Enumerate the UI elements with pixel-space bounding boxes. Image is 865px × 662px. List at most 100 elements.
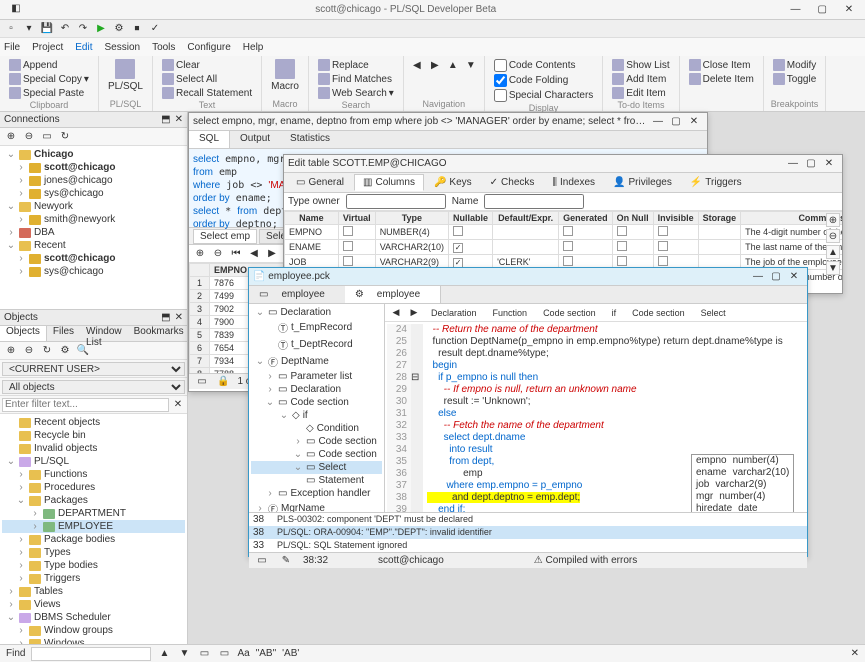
chars-checkbox[interactable] <box>494 89 507 102</box>
nav-back-icon[interactable]: ◀ <box>410 58 424 72</box>
obj-search-icon[interactable]: 🔍 <box>76 344 90 358</box>
edit-item-button[interactable]: Edit Item <box>609 86 672 100</box>
sql-close-button[interactable]: ✕ <box>685 116 703 127</box>
user-select[interactable]: <CURRENT USER> <box>2 362 185 376</box>
nav-fwd-icon[interactable]: ▶ <box>428 58 442 72</box>
obj-tab-objects[interactable]: Objects <box>0 326 47 341</box>
tw-min-button[interactable]: — <box>784 158 802 169</box>
minimize-button[interactable]: — <box>783 4 807 15</box>
menu-configure[interactable]: Configure <box>187 42 230 53</box>
sql-tab-stats[interactable]: Statistics <box>280 131 340 148</box>
crumb[interactable]: Select <box>695 307 732 319</box>
open-icon[interactable]: ▾ <box>22 22 36 36</box>
tw-close-button[interactable]: ✕ <box>820 158 838 169</box>
grid-first-icon[interactable]: ⏮ <box>229 247 243 261</box>
tw-max-button[interactable]: ▢ <box>802 158 820 169</box>
pck-fwd-icon[interactable]: ▶ <box>407 306 421 320</box>
tw-tab-priv[interactable]: 👤 Privileges <box>605 175 680 190</box>
save-icon[interactable]: 💾 <box>40 22 54 36</box>
find-matches-button[interactable]: Find Matches <box>315 72 397 86</box>
conn-remove-icon[interactable]: ⊖ <box>22 130 36 144</box>
pck-tab-spec[interactable]: ▭ employee <box>249 286 345 303</box>
select-all-button[interactable]: Select All <box>159 72 255 86</box>
filter-clear-icon[interactable]: ✕ <box>171 398 185 412</box>
clear-button[interactable]: Clear <box>159 58 255 72</box>
grid-add-icon[interactable]: ⊕ <box>193 247 207 261</box>
connections-tree[interactable]: ⌄Chicago ›scott@chicago ›jones@chicago ›… <box>0 146 187 309</box>
conn-close-icon[interactable]: ✕ <box>175 114 183 125</box>
nav-up-icon[interactable]: ▲ <box>446 58 460 72</box>
special-paste-button[interactable]: Special Paste <box>6 86 92 100</box>
obj-tab-winlist[interactable]: Window List <box>80 326 128 341</box>
code-contents-button[interactable]: Code Contents <box>491 58 596 73</box>
sql-max-button[interactable]: ▢ <box>667 116 685 127</box>
col-add-icon[interactable]: ⊕ <box>826 213 840 227</box>
web-search-button[interactable]: Web Search ▾ <box>315 86 397 100</box>
code-editor[interactable]: empnonumber(4)enamevarchar2(10)jobvarcha… <box>385 322 807 512</box>
find-case[interactable]: Aa <box>237 648 249 659</box>
toggle-bp-button[interactable]: Toggle <box>770 72 819 86</box>
crumb[interactable]: Code section <box>626 307 691 319</box>
new-icon[interactable]: ▫ <box>4 22 18 36</box>
redo-icon[interactable]: ↷ <box>76 22 90 36</box>
menu-file[interactable]: File <box>4 42 20 53</box>
menu-tools[interactable]: Tools <box>152 42 175 53</box>
sql-min-button[interactable]: — <box>649 116 667 127</box>
crumb[interactable]: Function <box>487 307 534 319</box>
nav-down-icon[interactable]: ▼ <box>464 58 478 72</box>
replace-button[interactable]: Replace <box>315 58 397 72</box>
obj-tab-files[interactable]: Files <box>47 326 80 341</box>
findbar-close-icon[interactable]: ✕ <box>851 648 859 659</box>
menu-session[interactable]: Session <box>104 42 140 53</box>
tw-tab-keys[interactable]: 🔑 Keys <box>426 175 480 190</box>
pck-close-button[interactable]: ✕ <box>785 271 803 282</box>
autocomplete-popup[interactable]: empnonumber(4)enamevarchar2(10)jobvarcha… <box>691 454 794 512</box>
sql-tab-output[interactable]: Output <box>230 131 280 148</box>
pck-max-button[interactable]: ▢ <box>767 271 785 282</box>
conn-folder-icon[interactable]: ▭ <box>40 130 54 144</box>
objects-scope-select[interactable]: All objects <box>2 380 185 394</box>
close-button[interactable]: ✕ <box>837 4 861 15</box>
pck-tab-body[interactable]: ⚙ employee <box>345 286 441 303</box>
find-prev-icon[interactable]: ▲ <box>157 647 171 661</box>
conn-add-icon[interactable]: ⊕ <box>4 130 18 144</box>
tw-tab-indexes[interactable]: ⫼ Indexes <box>544 175 603 190</box>
grid-tab-emp[interactable]: Select emp <box>193 229 257 244</box>
tw-tab-checks[interactable]: ✓ Checks <box>482 175 543 190</box>
package-editor-window[interactable]: 📄 employee.pck —▢✕ ▭ employee ⚙ employee… <box>248 267 808 557</box>
stop-icon[interactable]: ⏹ <box>130 22 144 36</box>
delete-item-button[interactable]: Delete Item <box>686 72 757 86</box>
menu-project[interactable]: Project <box>32 42 63 53</box>
add-item-button[interactable]: Add Item <box>609 72 672 86</box>
obj-add-icon[interactable]: ⊕ <box>4 344 18 358</box>
col-up-icon[interactable]: ▲ <box>826 245 840 259</box>
conn-pin-icon[interactable]: ⬒ <box>161 114 170 125</box>
grid-prev-icon[interactable]: ◀ <box>247 247 261 261</box>
close-item-button[interactable]: Close Item <box>686 58 757 72</box>
show-list-button[interactable]: Show List <box>609 58 672 72</box>
obj-tab-bookmarks[interactable]: Bookmarks <box>128 326 190 341</box>
col-del-icon[interactable]: ⊖ <box>826 229 840 243</box>
tw-tab-columns[interactable]: ▥ Columns <box>354 174 424 191</box>
obj-remove-icon[interactable]: ⊖ <box>22 344 36 358</box>
commit-icon[interactable]: ✓ <box>148 22 162 36</box>
crumb[interactable]: Declaration <box>425 307 483 319</box>
append-button[interactable]: Append <box>6 58 92 72</box>
folding-checkbox[interactable] <box>494 74 507 87</box>
package-outline-tree[interactable]: ⌄▭ Declaration Ⓣ t_EmpRecord Ⓣ t_DeptRec… <box>249 304 385 512</box>
maximize-button[interactable]: ▢ <box>810 4 834 15</box>
grid-del-icon[interactable]: ⊖ <box>211 247 225 261</box>
sql-tab-sql[interactable]: SQL <box>189 131 230 148</box>
obj-filter-icon[interactable]: ⚙ <box>58 344 72 358</box>
pck-back-icon[interactable]: ◀ <box>389 306 403 320</box>
find-word2[interactable]: 'AB' <box>282 648 299 659</box>
error-list[interactable]: 38PLS-00302: component 'DEPT' must be de… <box>249 512 807 552</box>
modify-bp-button[interactable]: Modify <box>770 58 819 72</box>
find-input[interactable] <box>31 647 151 661</box>
objects-tree[interactable]: Recent objects Recycle bin Invalid objec… <box>0 414 187 644</box>
obj-refresh-icon[interactable]: ↻ <box>40 344 54 358</box>
find-opt1[interactable]: ▭ <box>197 647 211 661</box>
plsql-button[interactable]: PL/SQL <box>105 58 146 93</box>
recall-button[interactable]: Recall Statement <box>159 86 255 100</box>
crumb[interactable]: if <box>606 307 623 319</box>
